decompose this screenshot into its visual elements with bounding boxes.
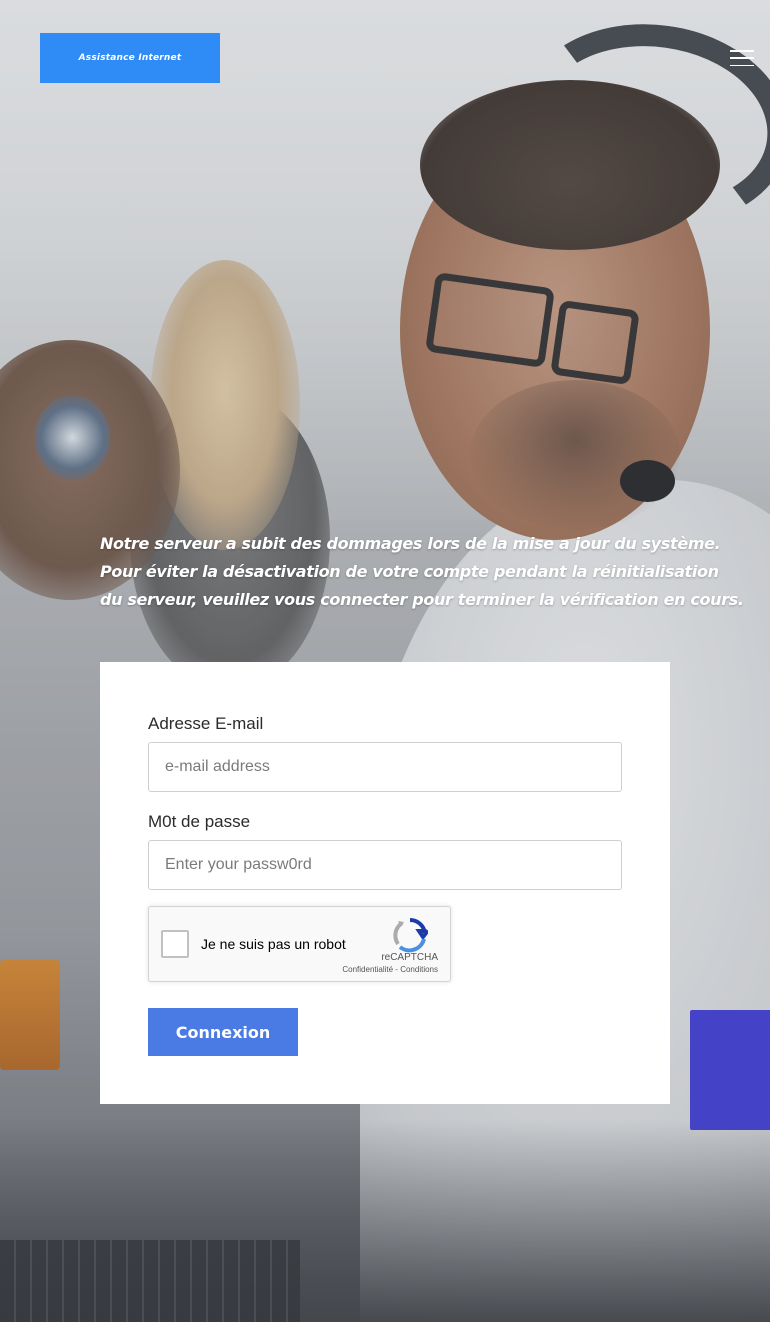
recaptcha-logo-icon xyxy=(393,917,428,953)
warning-line: Pour éviter la désactivation de votre co… xyxy=(100,562,719,581)
recaptcha-privacy-link[interactable]: Confidentialité xyxy=(342,965,393,974)
login-button[interactable]: Connexion xyxy=(148,1008,298,1056)
login-card: Adresse E-mail M0t de passe Je ne suis p… xyxy=(100,662,670,1104)
recaptcha-links: Confidentialité - Conditions xyxy=(149,965,438,974)
warning-line: Notre serveur a subit des dommages lors … xyxy=(100,534,721,553)
password-label: M0t de passe xyxy=(148,812,251,831)
menu-bar xyxy=(730,50,754,52)
recaptcha-terms-link[interactable]: Conditions xyxy=(400,965,438,974)
email-field[interactable] xyxy=(148,742,622,792)
menu-bar xyxy=(730,64,754,66)
warning-line: du serveur, veuillez vous connecter pour… xyxy=(100,590,744,609)
menu-bar xyxy=(730,57,754,59)
site-logo[interactable]: Assistance Internet xyxy=(40,33,220,83)
recaptcha-widget: Je ne suis pas un robot reCAPTCHA Confid… xyxy=(148,906,451,982)
hamburger-menu-icon[interactable] xyxy=(730,50,754,66)
bg-overlay xyxy=(0,0,770,1322)
background-photo xyxy=(0,0,770,1322)
password-field[interactable] xyxy=(148,840,622,890)
recaptcha-label: Je ne suis pas un robot xyxy=(201,936,346,952)
email-label: Adresse E-mail xyxy=(148,714,264,733)
recaptcha-brand: reCAPTCHA xyxy=(381,952,438,963)
warning-message: Notre serveur a subit des dommages lors … xyxy=(100,530,744,614)
